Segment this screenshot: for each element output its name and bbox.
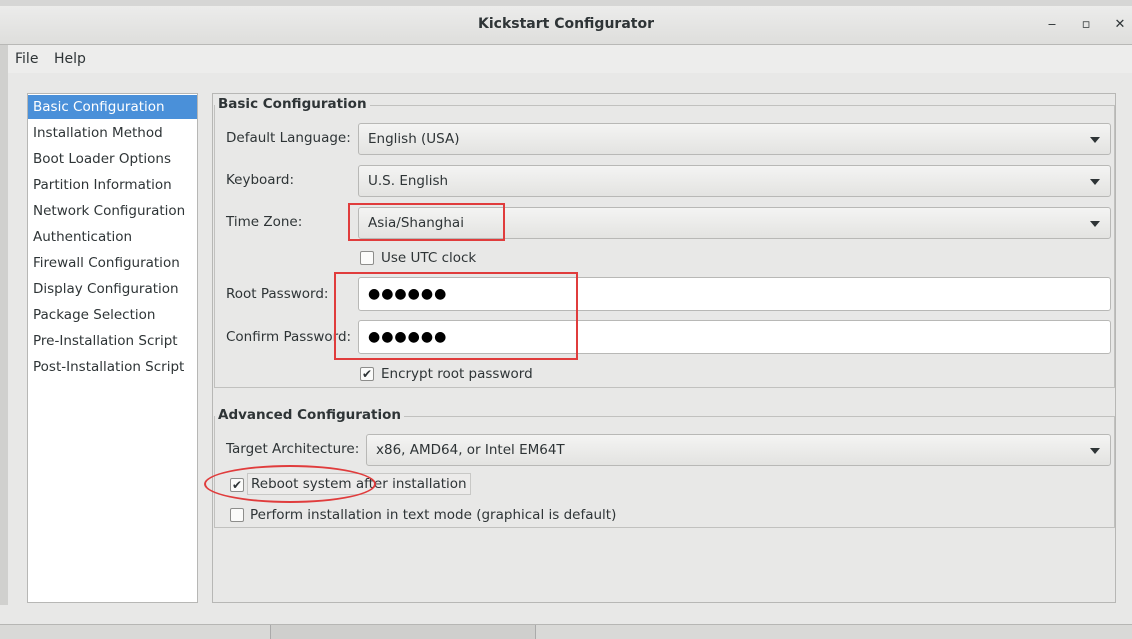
chevron-down-icon xyxy=(1090,179,1100,185)
maximize-icon[interactable]: ▫ xyxy=(1075,14,1097,36)
sidebar-nav: Basic Configuration Installation Method … xyxy=(27,93,198,603)
title-bar: Kickstart Configurator ‒ ▫ ✕ xyxy=(0,6,1132,45)
basic-config-title: Basic Configuration xyxy=(215,96,370,112)
text-mode-checkbox[interactable] xyxy=(230,508,244,522)
sidebar-item-boot-loader-options[interactable]: Boot Loader Options xyxy=(28,147,197,171)
menu-bar: File Help xyxy=(0,45,1132,73)
sidebar-item-pre-installation-script[interactable]: Pre-Installation Script xyxy=(28,329,197,353)
keyboard-combo[interactable]: U.S. English xyxy=(358,165,1111,197)
default-language-combo[interactable]: English (USA) xyxy=(358,123,1111,155)
text-mode-label: Perform installation in text mode (graph… xyxy=(250,507,617,523)
sidebar-item-partition-information[interactable]: Partition Information xyxy=(28,173,197,197)
annotation-password-box xyxy=(334,272,578,360)
time-zone-label: Time Zone: xyxy=(226,214,303,230)
taskbar xyxy=(0,624,1132,639)
default-language-label: Default Language: xyxy=(226,130,351,146)
chevron-down-icon xyxy=(1090,448,1100,454)
chevron-down-icon xyxy=(1090,137,1100,143)
advanced-config-title: Advanced Configuration xyxy=(215,407,404,423)
sidebar-item-firewall-configuration[interactable]: Firewall Configuration xyxy=(28,251,197,275)
window-title: Kickstart Configurator xyxy=(478,16,654,32)
sidebar-item-package-selection[interactable]: Package Selection xyxy=(28,303,197,327)
menu-help[interactable]: Help xyxy=(54,51,86,67)
utc-clock-checkbox[interactable] xyxy=(360,251,374,265)
default-language-value: English (USA) xyxy=(368,131,460,147)
sidebar-item-post-installation-script[interactable]: Post-Installation Script xyxy=(28,355,197,379)
sidebar-item-basic-configuration[interactable]: Basic Configuration xyxy=(28,95,197,119)
menu-file[interactable]: File xyxy=(15,51,38,67)
taskbar-window-button[interactable] xyxy=(270,625,536,639)
minimize-icon[interactable]: ‒ xyxy=(1041,14,1063,36)
encrypt-password-checkbox[interactable]: ✔ xyxy=(360,367,374,381)
target-architecture-value: x86, AMD64, or Intel EM64T xyxy=(376,442,565,458)
keyboard-value: U.S. English xyxy=(368,173,449,189)
target-architecture-label: Target Architecture: xyxy=(226,441,360,457)
utc-clock-label: Use UTC clock xyxy=(381,250,477,266)
keyboard-label: Keyboard: xyxy=(226,172,295,188)
sidebar-item-network-configuration[interactable]: Network Configuration xyxy=(28,199,197,223)
sidebar-item-installation-method[interactable]: Installation Method xyxy=(28,121,197,145)
close-icon[interactable]: ✕ xyxy=(1109,14,1131,36)
root-password-label: Root Password: xyxy=(226,286,329,302)
desktop-left-edge xyxy=(0,45,8,605)
annotation-timezone-box xyxy=(348,203,505,241)
sidebar-item-display-configuration[interactable]: Display Configuration xyxy=(28,277,197,301)
confirm-password-label: Confirm Password: xyxy=(226,329,352,345)
target-architecture-combo[interactable]: x86, AMD64, or Intel EM64T xyxy=(366,434,1111,466)
chevron-down-icon xyxy=(1090,221,1100,227)
encrypt-password-label: Encrypt root password xyxy=(381,366,533,382)
sidebar-item-authentication[interactable]: Authentication xyxy=(28,225,197,249)
annotation-reboot-ellipse xyxy=(204,465,376,503)
